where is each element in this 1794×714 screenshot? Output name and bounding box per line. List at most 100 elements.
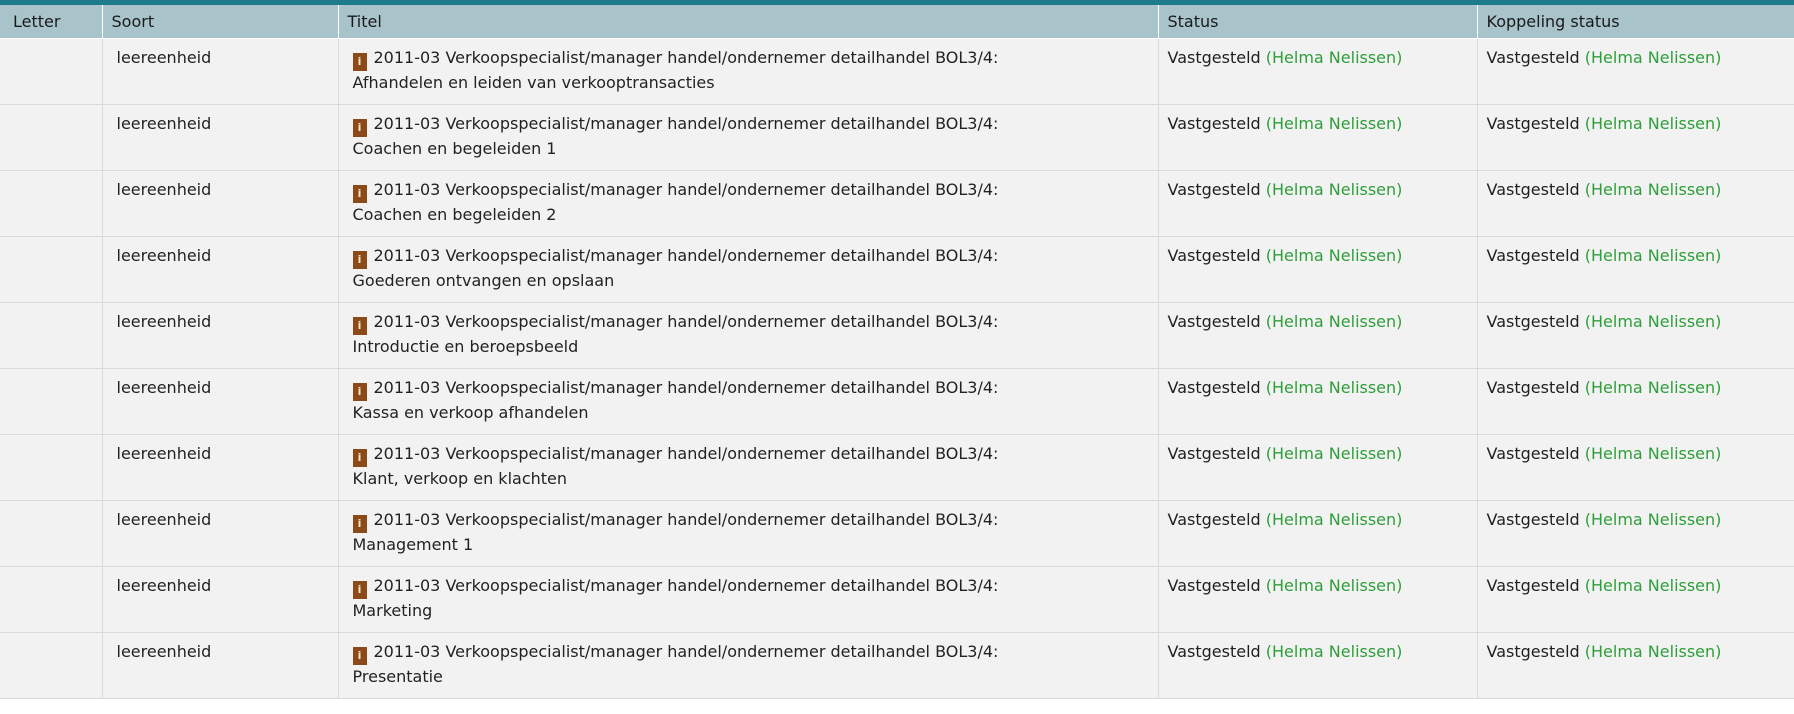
koppeling-status-person[interactable]: (Helma Nelissen)	[1585, 510, 1722, 529]
titel-cell: i 2011-03 Verkoopspecialist/manager hande…	[338, 632, 1159, 699]
column-header-titel[interactable]: Titel	[338, 5, 1159, 39]
info-icon[interactable]: i	[352, 317, 367, 335]
titel-line-1: 2011-03 Verkoopspecialist/manager handel…	[373, 48, 999, 67]
koppeling-status-cell: Vastgesteld (Helma Nelissen)	[1477, 500, 1794, 567]
soort-cell: leereenheid	[102, 566, 339, 633]
column-header-koppeling-status[interactable]: Koppeling status	[1477, 5, 1794, 39]
titel-cell: i 2011-03 Verkoopspecialist/manager hande…	[338, 566, 1159, 633]
status-person[interactable]: (Helma Nelissen)	[1266, 312, 1403, 331]
koppeling-status-person[interactable]: (Helma Nelissen)	[1585, 444, 1722, 463]
soort-cell: leereenheid	[102, 104, 339, 171]
titel-cell: i 2011-03 Verkoopspecialist/manager hande…	[338, 170, 1159, 237]
soort-cell: leereenheid	[102, 236, 339, 303]
koppeling-status-value: Vastgesteld	[1486, 378, 1580, 397]
titel-cell: i 2011-03 Verkoopspecialist/manager hande…	[338, 302, 1159, 369]
titel-cell: i 2011-03 Verkoopspecialist/manager hande…	[338, 434, 1159, 501]
koppeling-status-cell: Vastgesteld (Helma Nelissen)	[1477, 368, 1794, 435]
koppeling-status-person[interactable]: (Helma Nelissen)	[1585, 312, 1722, 331]
info-icon[interactable]: i	[352, 53, 367, 71]
column-header-soort[interactable]: Soort	[102, 5, 339, 39]
status-person[interactable]: (Helma Nelissen)	[1266, 510, 1403, 529]
titel-line-1: 2011-03 Verkoopspecialist/manager handel…	[373, 444, 999, 463]
titel-line-2: Coachen en begeleiden 2	[352, 205, 557, 224]
koppeling-status-value: Vastgesteld	[1486, 312, 1580, 331]
status-person[interactable]: (Helma Nelissen)	[1266, 576, 1403, 595]
status-cell: Vastgesteld (Helma Nelissen)	[1158, 434, 1478, 501]
koppeling-status-person[interactable]: (Helma Nelissen)	[1585, 378, 1722, 397]
table-row[interactable]: leereenheid i 2011-03 Verkoopspecialist/m…	[0, 566, 1794, 633]
titel-line-2: Goederen ontvangen en opslaan	[352, 271, 615, 290]
info-icon[interactable]: i	[352, 383, 367, 401]
status-cell: Vastgesteld (Helma Nelissen)	[1158, 566, 1478, 633]
info-icon[interactable]: i	[352, 449, 367, 467]
soort-cell: leereenheid	[102, 500, 339, 567]
info-icon[interactable]: i	[352, 581, 367, 599]
titel-line-2: Kassa en verkoop afhandelen	[352, 403, 589, 422]
koppeling-status-cell: Vastgesteld (Helma Nelissen)	[1477, 38, 1794, 105]
learning-units-table: Letter Soort Titel Status Koppeling stat…	[0, 5, 1794, 699]
koppeling-status-person[interactable]: (Helma Nelissen)	[1585, 246, 1722, 265]
soort-cell: leereenheid	[102, 434, 339, 501]
letter-cell	[0, 632, 103, 699]
table-row[interactable]: leereenheid i 2011-03 Verkoopspecialist/m…	[0, 38, 1794, 105]
soort-cell: leereenheid	[102, 368, 339, 435]
status-cell: Vastgesteld (Helma Nelissen)	[1158, 38, 1478, 105]
table-row[interactable]: leereenheid i 2011-03 Verkoopspecialist/m…	[0, 434, 1794, 501]
koppeling-status-person[interactable]: (Helma Nelissen)	[1585, 114, 1722, 133]
info-icon[interactable]: i	[352, 185, 367, 203]
letter-cell	[0, 104, 103, 171]
status-person[interactable]: (Helma Nelissen)	[1266, 180, 1403, 199]
table-row[interactable]: leereenheid i 2011-03 Verkoopspecialist/m…	[0, 632, 1794, 699]
letter-cell	[0, 38, 103, 105]
titel-cell: i 2011-03 Verkoopspecialist/manager hande…	[338, 500, 1159, 567]
titel-line-2: Coachen en begeleiden 1	[352, 139, 557, 158]
koppeling-status-value: Vastgesteld	[1486, 180, 1580, 199]
table-row[interactable]: leereenheid i 2011-03 Verkoopspecialist/m…	[0, 302, 1794, 369]
titel-line-1: 2011-03 Verkoopspecialist/manager handel…	[373, 114, 999, 133]
koppeling-status-person[interactable]: (Helma Nelissen)	[1585, 642, 1722, 661]
status-person[interactable]: (Helma Nelissen)	[1266, 378, 1403, 397]
status-value: Vastgesteld	[1167, 246, 1261, 265]
status-value: Vastgesteld	[1167, 444, 1261, 463]
status-cell: Vastgesteld (Helma Nelissen)	[1158, 104, 1478, 171]
koppeling-status-value: Vastgesteld	[1486, 576, 1580, 595]
titel-line-2: Afhandelen en leiden van verkooptransact…	[352, 73, 715, 92]
info-icon[interactable]: i	[352, 119, 367, 137]
titel-line-2: Introductie en beroepsbeeld	[352, 337, 579, 356]
letter-cell	[0, 500, 103, 567]
titel-line-2: Management 1	[352, 535, 474, 554]
letter-cell	[0, 236, 103, 303]
koppeling-status-person[interactable]: (Helma Nelissen)	[1585, 180, 1722, 199]
info-icon[interactable]: i	[352, 647, 367, 665]
titel-line-1: 2011-03 Verkoopspecialist/manager handel…	[373, 312, 999, 331]
info-icon[interactable]: i	[352, 251, 367, 269]
table-row[interactable]: leereenheid i 2011-03 Verkoopspecialist/m…	[0, 104, 1794, 171]
column-header-status[interactable]: Status	[1158, 5, 1478, 39]
status-person[interactable]: (Helma Nelissen)	[1266, 246, 1403, 265]
titel-line-2: Presentatie	[352, 667, 443, 686]
table-row[interactable]: leereenheid i 2011-03 Verkoopspecialist/m…	[0, 368, 1794, 435]
status-value: Vastgesteld	[1167, 510, 1261, 529]
koppeling-status-person[interactable]: (Helma Nelissen)	[1585, 576, 1722, 595]
status-cell: Vastgesteld (Helma Nelissen)	[1158, 236, 1478, 303]
letter-cell	[0, 566, 103, 633]
titel-line-1: 2011-03 Verkoopspecialist/manager handel…	[373, 180, 999, 199]
table-row[interactable]: leereenheid i 2011-03 Verkoopspecialist/m…	[0, 170, 1794, 237]
status-person[interactable]: (Helma Nelissen)	[1266, 48, 1403, 67]
koppeling-status-cell: Vastgesteld (Helma Nelissen)	[1477, 170, 1794, 237]
table-row[interactable]: leereenheid i 2011-03 Verkoopspecialist/m…	[0, 500, 1794, 567]
info-icon[interactable]: i	[352, 515, 367, 533]
status-person[interactable]: (Helma Nelissen)	[1266, 642, 1403, 661]
titel-cell: i 2011-03 Verkoopspecialist/manager hande…	[338, 38, 1159, 105]
status-person[interactable]: (Helma Nelissen)	[1266, 444, 1403, 463]
status-value: Vastgesteld	[1167, 642, 1261, 661]
status-value: Vastgesteld	[1167, 48, 1261, 67]
titel-cell: i 2011-03 Verkoopspecialist/manager hande…	[338, 104, 1159, 171]
status-value: Vastgesteld	[1167, 180, 1261, 199]
koppeling-status-person[interactable]: (Helma Nelissen)	[1585, 48, 1722, 67]
status-person[interactable]: (Helma Nelissen)	[1266, 114, 1403, 133]
column-header-letter[interactable]: Letter	[0, 5, 103, 39]
table-row[interactable]: leereenheid i 2011-03 Verkoopspecialist/m…	[0, 236, 1794, 303]
koppeling-status-value: Vastgesteld	[1486, 444, 1580, 463]
titel-cell: i 2011-03 Verkoopspecialist/manager hande…	[338, 368, 1159, 435]
